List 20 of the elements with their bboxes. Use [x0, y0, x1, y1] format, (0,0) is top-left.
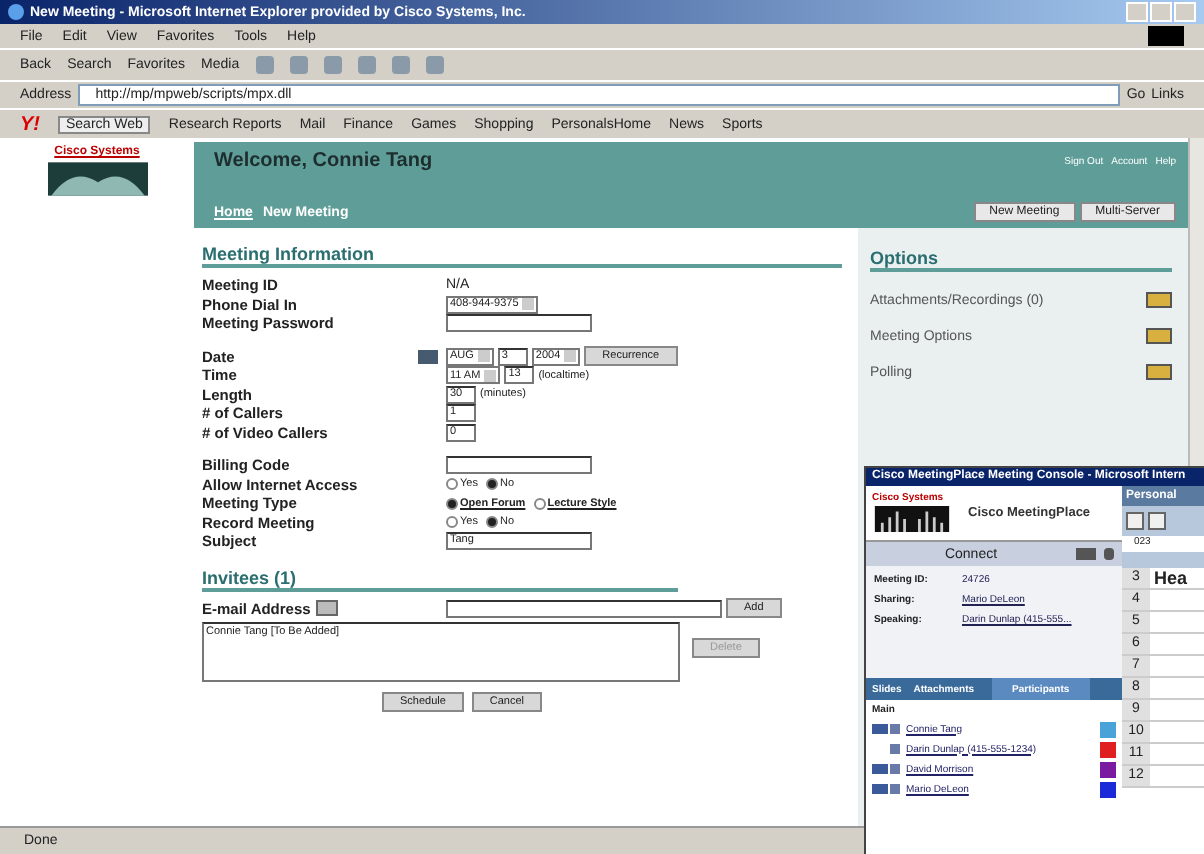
cell-text: Hea — [1152, 568, 1188, 588]
signal-bars-icon — [872, 506, 952, 532]
bridge-logo-icon — [47, 162, 147, 196]
section-heading: Options — [870, 248, 1172, 272]
input-field[interactable] — [446, 456, 592, 475]
welcome-heading: Welcome, Connie Tang — [214, 150, 433, 172]
folder-icon[interactable] — [1146, 364, 1172, 380]
radio-button[interactable] — [485, 478, 498, 491]
section-heading: Invitees (1) — [202, 567, 678, 591]
section-heading: Meeting Information — [202, 244, 842, 268]
radio-button[interactable] — [446, 478, 458, 491]
email-field[interactable] — [446, 599, 722, 618]
browser-icon — [8, 4, 24, 20]
radio-button[interactable] — [446, 516, 458, 529]
radio-button[interactable] — [446, 497, 458, 510]
input-field[interactable] — [446, 314, 592, 333]
folder-icon[interactable] — [1146, 292, 1172, 308]
folder-icon[interactable] — [1146, 328, 1172, 344]
radio-button[interactable] — [533, 497, 546, 510]
radio-button[interactable] — [485, 516, 498, 529]
